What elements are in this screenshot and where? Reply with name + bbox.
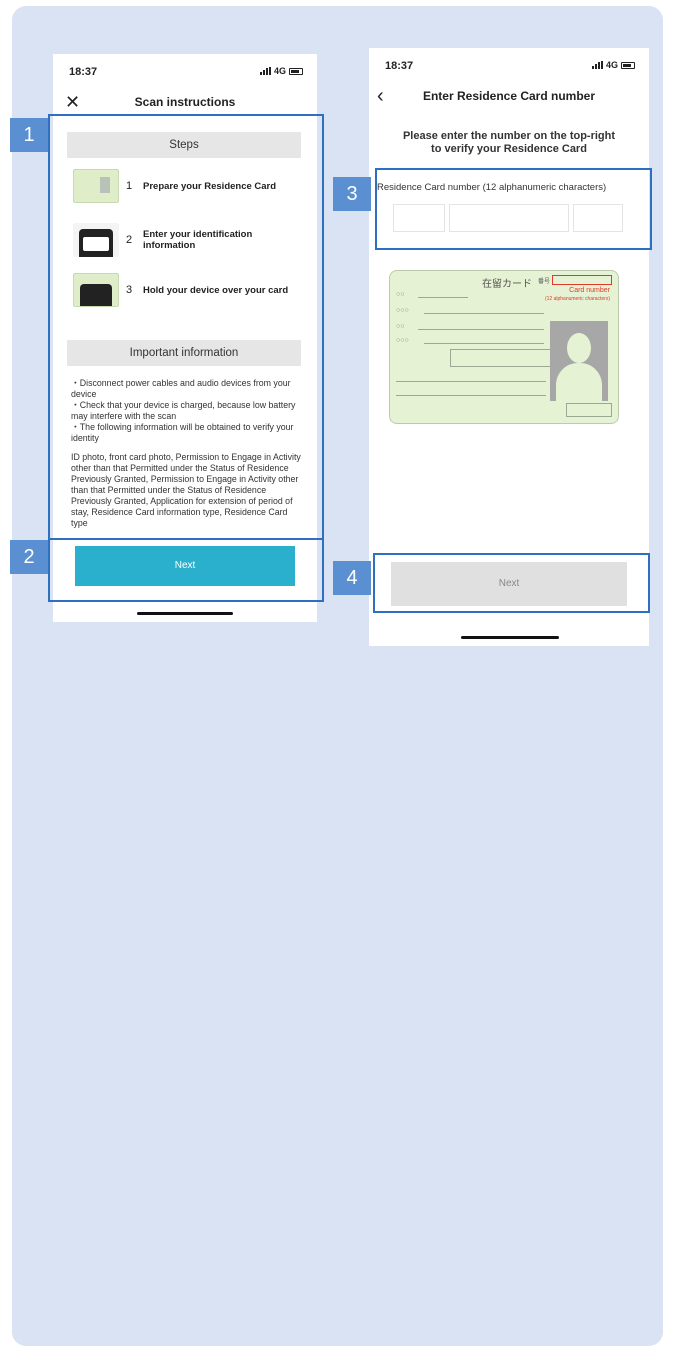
page-title: Enter Residence Card number — [422, 89, 596, 103]
residence-card-illustration: 在留カード 番号 Card number (12 alphanumeric ch… — [389, 270, 619, 424]
card-number-prefix: 番号 — [537, 279, 550, 285]
callout-badge-4: 4 — [333, 561, 371, 595]
page-title: Scan instructions — [134, 95, 236, 109]
home-indicator — [461, 636, 559, 639]
card-field-marker: ○○ — [396, 291, 405, 298]
signal-icon — [591, 61, 603, 69]
nav-bar: ✕ Scan instructions — [53, 90, 317, 114]
status-bar: 18:37 4G — [53, 54, 317, 84]
battery-icon — [289, 67, 303, 75]
card-title: 在留カード — [482, 279, 532, 290]
status-indicators: 4G — [591, 60, 635, 70]
instruction-line: to verify your Residence Card — [431, 143, 587, 155]
network-label: 4G — [273, 66, 286, 76]
status-time: 18:37 — [69, 66, 98, 78]
card-field-marker: ○○○ — [396, 307, 409, 314]
instruction-line: Please enter the number on the top-right — [402, 130, 616, 142]
status-indicators: 4G — [259, 66, 303, 76]
signal-icon — [259, 67, 271, 75]
card-number-caption: Card number (12 alphanumeric characters) — [545, 287, 610, 303]
card-number-highlight — [552, 275, 612, 285]
status-time: 18:37 — [385, 60, 414, 72]
status-bar: 18:37 4G — [369, 48, 649, 78]
card-field-marker: ○○ — [396, 323, 405, 330]
card-number-caption-line: Card number — [569, 287, 610, 294]
battery-icon — [621, 61, 635, 69]
instruction-text: Please enter the number on the top-right… — [379, 130, 639, 156]
callout-frame-3 — [375, 168, 652, 250]
card-photo-placeholder — [550, 321, 608, 401]
callout-frame-1 — [48, 114, 324, 540]
home-indicator — [137, 612, 233, 615]
card-number-caption-line: (12 alphanumeric characters) — [544, 296, 610, 302]
callout-frame-4 — [373, 553, 650, 613]
callout-badge-1: 1 — [10, 118, 48, 152]
callout-badge-2: 2 — [10, 540, 48, 574]
callout-frame-2 — [48, 538, 324, 602]
network-label: 4G — [605, 60, 618, 70]
nav-bar: ‹ Enter Residence Card number — [369, 84, 649, 108]
callout-badge-3: 3 — [333, 177, 371, 211]
card-field-marker: ○○○ — [396, 337, 409, 344]
